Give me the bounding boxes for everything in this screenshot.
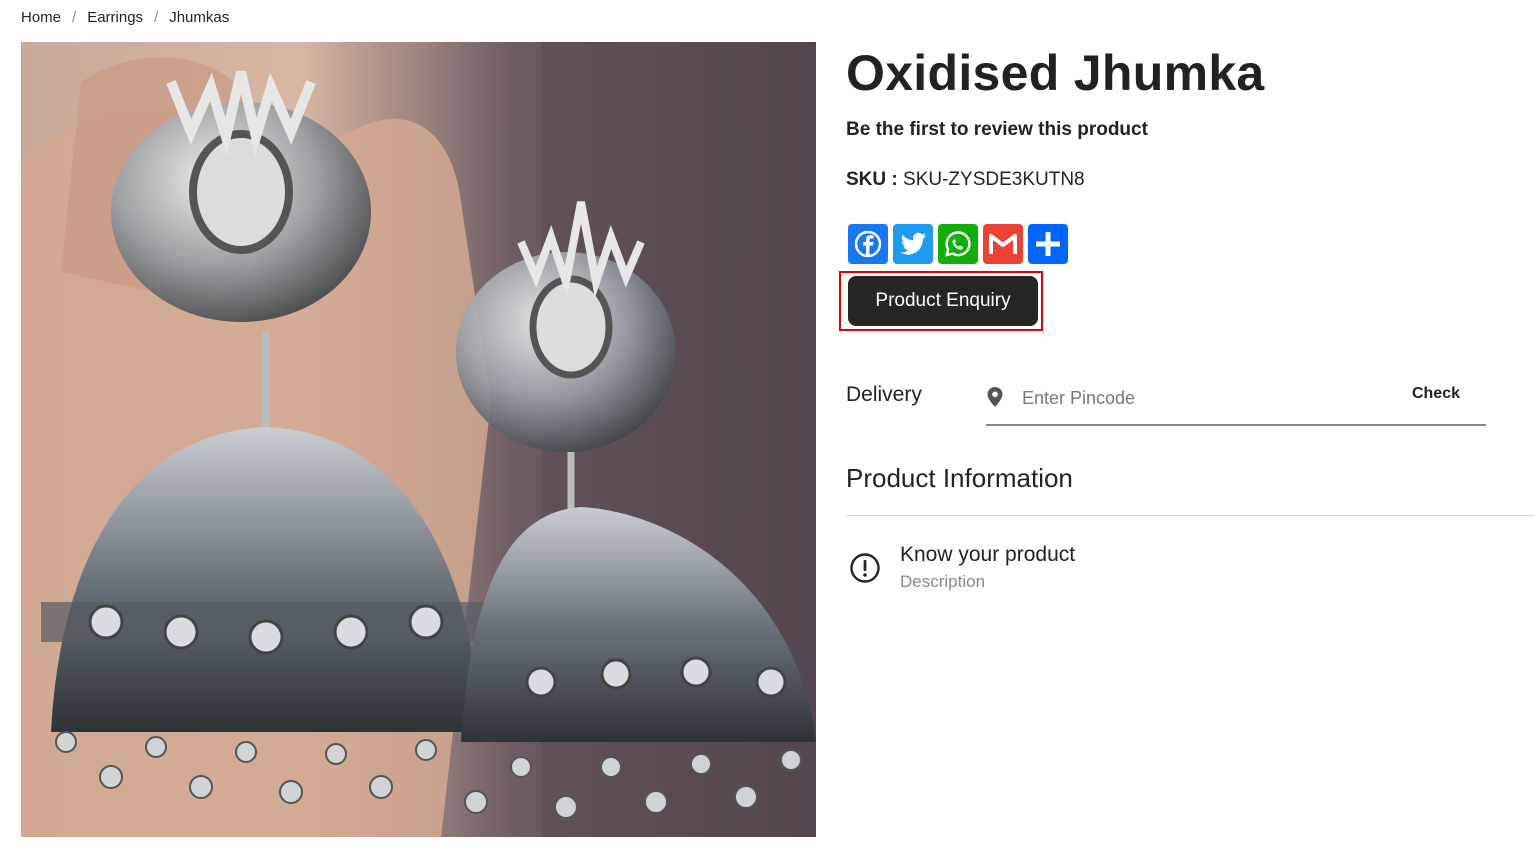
breadcrumb-current: Jhumkas <box>169 9 230 26</box>
share-icon <box>1036 232 1060 256</box>
sku-label: SKU : <box>846 169 898 190</box>
sku: SKU : SKU-ZYSDE3KUTN8 <box>846 169 1085 191</box>
facebook-icon <box>855 231 881 257</box>
review-link[interactable]: Be the first to review this product <box>846 119 1148 141</box>
know-your-product-item[interactable]: Know your product Description <box>846 543 1246 603</box>
product-title: Oxidised Jhumka <box>846 45 1265 101</box>
product-photo <box>21 42 816 837</box>
twitter-icon <box>900 232 926 255</box>
pincode-input[interactable] <box>1020 382 1384 414</box>
breadcrumb-home[interactable]: Home <box>21 9 61 26</box>
sku-value: SKU-ZYSDE3KUTN8 <box>903 169 1085 190</box>
twitter-share-button[interactable] <box>893 224 933 264</box>
product-information-heading: Product Information <box>846 463 1073 493</box>
gmail-share-button[interactable] <box>983 224 1023 264</box>
product-image[interactable] <box>21 42 816 837</box>
enquiry-highlight: Product Enquiry <box>839 271 1043 331</box>
know-your-product-title: Know your product <box>900 543 1076 566</box>
breadcrumb: Home / Earrings / Jhumkas <box>21 9 229 26</box>
breadcrumb-separator: / <box>72 9 77 26</box>
location-pin-icon <box>987 387 1003 407</box>
facebook-share-button[interactable] <box>848 224 888 264</box>
whatsapp-icon <box>945 231 971 257</box>
share-buttons <box>848 224 1068 264</box>
info-circle-icon <box>850 553 880 583</box>
breadcrumb-separator: / <box>154 9 159 26</box>
gmail-icon <box>989 234 1017 254</box>
pincode-field: Check <box>986 378 1486 426</box>
product-details: Oxidised Jhumka Be the first to review t… <box>839 0 1535 858</box>
divider <box>846 515 1535 516</box>
check-pincode-button[interactable]: Check <box>1406 384 1466 404</box>
whatsapp-share-button[interactable] <box>938 224 978 264</box>
know-your-product-subtitle: Description <box>900 572 986 591</box>
product-enquiry-button[interactable]: Product Enquiry <box>848 276 1038 326</box>
delivery-label: Delivery <box>846 383 922 406</box>
breadcrumb-earrings[interactable]: Earrings <box>87 9 143 26</box>
more-share-button[interactable] <box>1028 224 1068 264</box>
